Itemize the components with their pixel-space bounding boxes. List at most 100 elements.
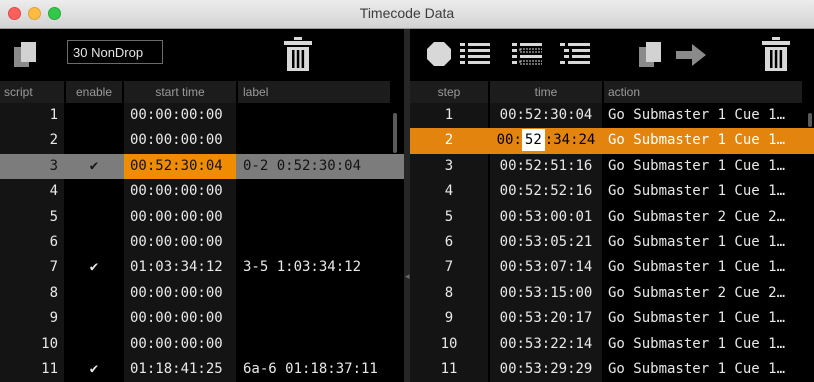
cell-action[interactable]: Go Submaster 2 Cue 2… <box>604 281 802 306</box>
cell-enable[interactable] <box>66 230 122 255</box>
cell-label[interactable] <box>238 230 390 255</box>
cell-label[interactable] <box>238 332 390 357</box>
col-header-action[interactable]: action <box>604 81 802 103</box>
cell-enable[interactable] <box>66 306 122 331</box>
table-row[interactable]: 3 ✔ 00:52:30:04 0-2 0:52:30:04 <box>0 153 404 180</box>
table-row[interactable]: 11 00:53:29:29 Go Submaster 1 Cue 1… <box>410 356 814 382</box>
cell-time-editing[interactable]: 00: 52:34:24 <box>490 128 602 153</box>
table-row[interactable]: 9 00:00:00:00 <box>0 306 404 332</box>
timecode-format-select[interactable]: 30 NonDrop <box>67 40 163 64</box>
table-row[interactable]: 1 00:52:30:04 Go Submaster 1 Cue 1… <box>410 103 814 129</box>
cell-label[interactable] <box>238 281 390 306</box>
cell-label[interactable]: 3-5 1:03:34:12 <box>238 255 390 280</box>
cell-enable[interactable]: ✔ <box>66 357 122 382</box>
cell-action[interactable]: Go Submaster 1 Cue 1… <box>604 255 802 280</box>
time-edit-field[interactable]: 52 <box>521 129 545 152</box>
table-row[interactable]: 8 00:00:00:00 <box>0 280 404 307</box>
cell-label[interactable] <box>238 128 390 153</box>
record-icon[interactable] <box>426 41 452 67</box>
cell-start-time[interactable]: 00:00:00:00 <box>124 179 236 205</box>
cell-start-time[interactable]: 01:18:41:25 <box>124 356 236 382</box>
cell-enable[interactable] <box>66 128 122 153</box>
cell-start-time[interactable]: 00:52:30:04 <box>124 153 236 180</box>
script-scrollbar[interactable] <box>393 113 397 153</box>
step-scrollbar[interactable] <box>808 113 812 127</box>
table-row[interactable]: 3 00:52:51:16 Go Submaster 1 Cue 1… <box>410 153 814 180</box>
cell-enable[interactable] <box>66 103 122 128</box>
cell-action[interactable]: Go Submaster 2 Cue 2… <box>604 205 802 230</box>
cell-time[interactable]: 00:53:07:14 <box>490 255 602 281</box>
cell-time[interactable]: 00:52:51:16 <box>490 153 602 180</box>
cell-start-time[interactable]: 00:00:00:00 <box>124 229 236 256</box>
cell-start-time[interactable]: 00:00:00:00 <box>124 128 236 154</box>
cell-script: 6 <box>0 229 64 256</box>
cell-enable[interactable]: ✔ <box>66 154 122 179</box>
table-row[interactable]: 8 00:53:15:00 Go Submaster 2 Cue 2… <box>410 280 814 307</box>
arrow-right-icon[interactable] <box>676 43 706 67</box>
col-header-script[interactable]: script <box>0 81 64 103</box>
cell-action[interactable]: Go Submaster 1 Cue 1… <box>604 128 802 153</box>
table-row[interactable]: 9 00:53:20:17 Go Submaster 1 Cue 1… <box>410 306 814 332</box>
col-header-label[interactable]: label <box>238 81 390 103</box>
cell-start-time[interactable]: 00:00:00:00 <box>124 103 236 129</box>
trash-icon[interactable] <box>284 37 312 71</box>
copy-icon[interactable] <box>638 41 664 69</box>
cell-enable[interactable] <box>66 332 122 357</box>
cell-label[interactable]: 0-2 0:52:30:04 <box>238 154 390 179</box>
col-header-enable[interactable]: enable <box>66 81 122 103</box>
list-dotted-icon[interactable] <box>512 41 542 67</box>
col-header-start-time[interactable]: start time <box>124 81 236 103</box>
col-header-time[interactable]: time <box>490 81 602 103</box>
cell-action[interactable]: Go Submaster 1 Cue 1… <box>604 179 802 204</box>
table-row[interactable]: 2 00: 52:34:24 Go Submaster 1 Cue 1… <box>410 128 814 154</box>
table-row[interactable]: 1 00:00:00:00 <box>0 103 404 129</box>
cell-time[interactable]: 00:53:22:14 <box>490 331 602 357</box>
cell-time[interactable]: 00:52:52:16 <box>490 179 602 205</box>
cell-label[interactable] <box>238 103 390 128</box>
cell-enable[interactable] <box>66 205 122 230</box>
table-row[interactable]: 4 00:52:52:16 Go Submaster 1 Cue 1… <box>410 179 814 205</box>
cell-enable[interactable]: ✔ <box>66 255 122 280</box>
cell-start-time[interactable]: 00:00:00:00 <box>124 306 236 332</box>
cell-script: 7 <box>0 255 64 281</box>
cell-action[interactable]: Go Submaster 1 Cue 1… <box>604 357 802 382</box>
cell-time[interactable]: 00:53:15:00 <box>490 280 602 307</box>
cell-start-time[interactable]: 00:00:00:00 <box>124 331 236 357</box>
cell-label[interactable]: 6a-6 01:18:37:11 <box>238 357 390 382</box>
table-row[interactable]: 11 ✔ 01:18:41:25 6a-6 01:18:37:11 <box>0 356 404 382</box>
col-header-step[interactable]: step <box>410 81 488 103</box>
list-icon[interactable] <box>460 41 490 67</box>
cell-action[interactable]: Go Submaster 1 Cue 1… <box>604 306 802 331</box>
cell-enable[interactable] <box>66 281 122 306</box>
cell-action[interactable]: Go Submaster 1 Cue 1… <box>604 230 802 255</box>
cell-time[interactable]: 00:53:20:17 <box>490 306 602 332</box>
cell-enable[interactable] <box>66 179 122 204</box>
table-row[interactable]: 6 00:00:00:00 <box>0 229 404 256</box>
cell-label[interactable] <box>238 306 390 331</box>
divider-grip-icon[interactable]: ◂ <box>405 271 410 282</box>
cell-action[interactable]: Go Submaster 1 Cue 1… <box>604 103 802 128</box>
cell-start-time[interactable]: 00:00:00:00 <box>124 204 236 230</box>
cell-action[interactable]: Go Submaster 1 Cue 1… <box>604 332 802 357</box>
table-row[interactable]: 7 ✔ 01:03:34:12 3-5 1:03:34:12 <box>0 255 404 281</box>
table-row[interactable]: 2 00:00:00:00 <box>0 128 404 154</box>
cell-time[interactable]: 00:53:05:21 <box>490 229 602 256</box>
cell-label[interactable] <box>238 205 390 230</box>
copy-icon[interactable] <box>13 41 39 69</box>
cell-action[interactable]: Go Submaster 1 Cue 1… <box>604 154 802 179</box>
table-row[interactable]: 6 00:53:05:21 Go Submaster 1 Cue 1… <box>410 229 814 256</box>
cell-start-time[interactable]: 00:00:00:00 <box>124 280 236 307</box>
list-indent-icon[interactable] <box>560 41 590 67</box>
table-row[interactable]: 5 00:53:00:01 Go Submaster 2 Cue 2… <box>410 204 814 230</box>
table-row[interactable]: 5 00:00:00:00 <box>0 204 404 230</box>
table-row[interactable]: 7 00:53:07:14 Go Submaster 1 Cue 1… <box>410 255 814 281</box>
cell-time[interactable]: 00:52:30:04 <box>490 103 602 129</box>
trash-icon[interactable] <box>762 37 790 71</box>
table-row[interactable]: 4 00:00:00:00 <box>0 179 404 205</box>
table-row[interactable]: 10 00:00:00:00 <box>0 331 404 357</box>
table-row[interactable]: 10 00:53:22:14 Go Submaster 1 Cue 1… <box>410 331 814 357</box>
cell-label[interactable] <box>238 179 390 204</box>
cell-time[interactable]: 00:53:00:01 <box>490 204 602 230</box>
cell-time[interactable]: 00:53:29:29 <box>490 356 602 382</box>
cell-start-time[interactable]: 01:03:34:12 <box>124 255 236 281</box>
